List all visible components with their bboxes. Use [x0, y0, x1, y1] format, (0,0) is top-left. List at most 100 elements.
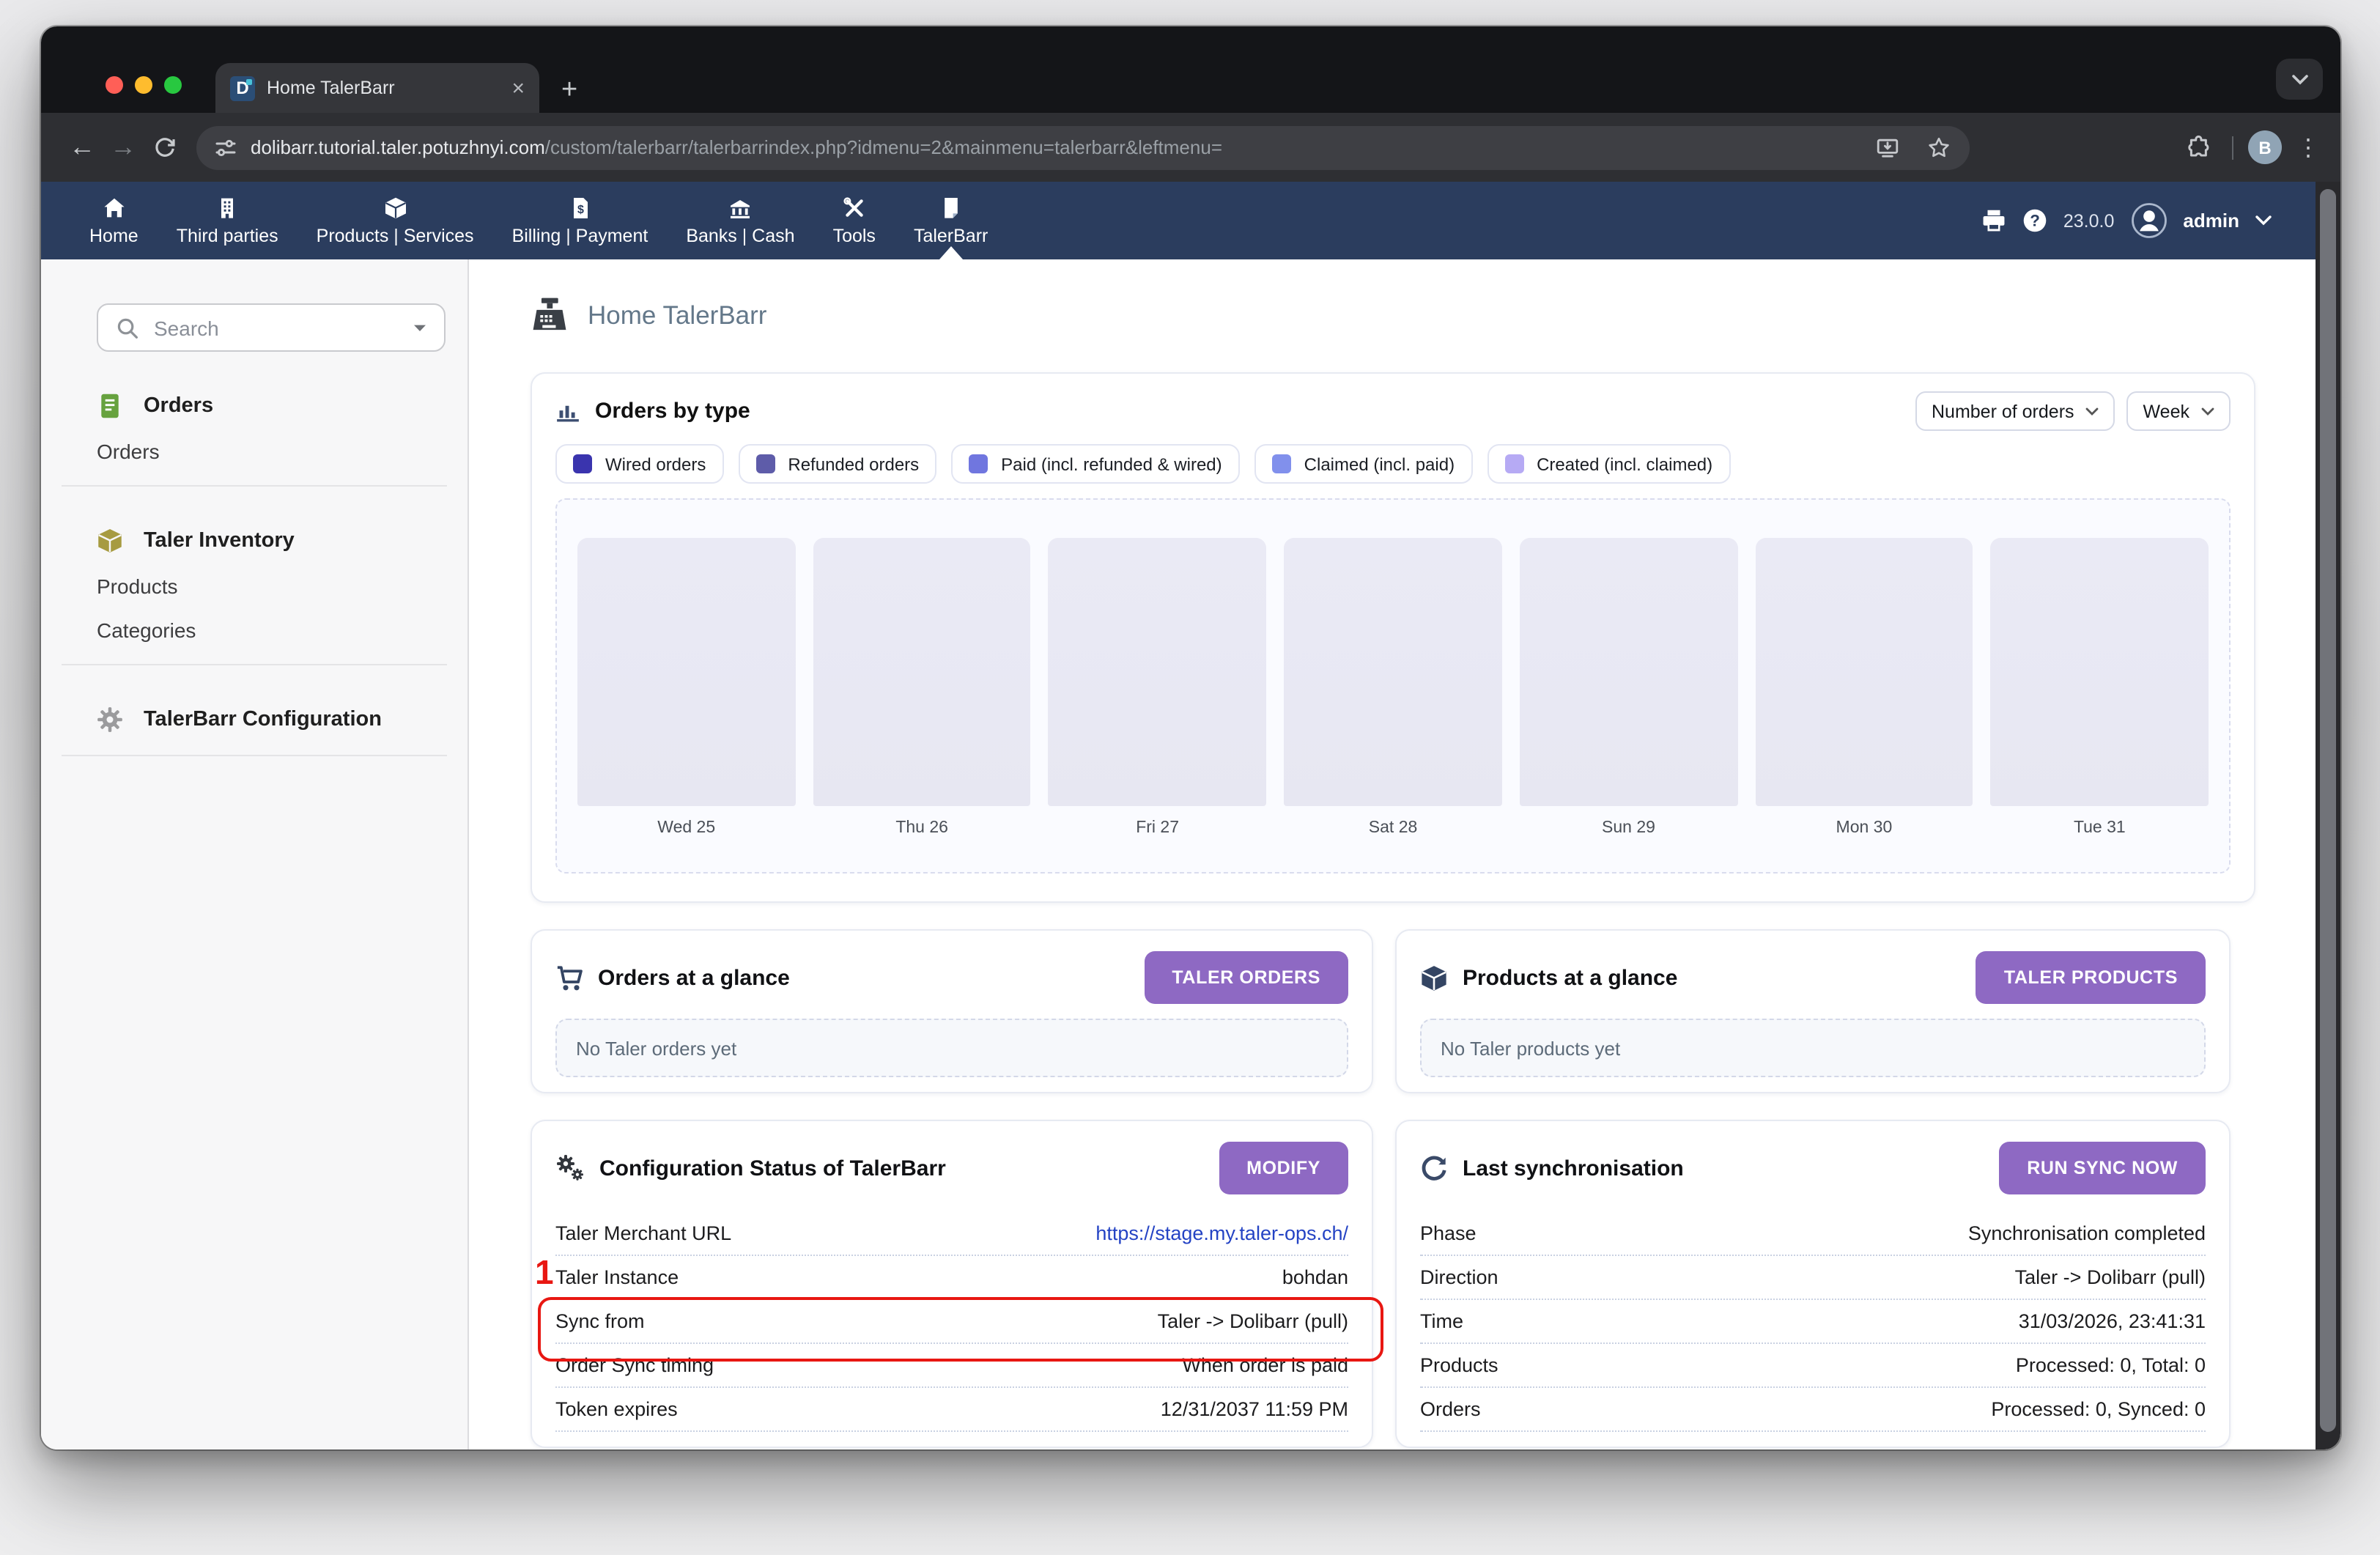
chart-placeholder-bar: [1991, 538, 2209, 806]
nav-item-third-parties[interactable]: Third parties: [158, 182, 298, 259]
new-tab-button[interactable]: +: [561, 76, 577, 104]
navbar-right-cluster: ? 23.0.0 admin: [1981, 182, 2316, 259]
bank-icon: [728, 196, 752, 219]
legend-chip-wired[interactable]: Wired orders: [555, 444, 723, 484]
address-bar[interactable]: dolibarr.tutorial.taler.potuzhnyi.com/cu…: [196, 125, 1970, 169]
modify-button[interactable]: MODIFY: [1219, 1142, 1348, 1194]
dolibarr-navbar: Home Third parties Products | Services $…: [41, 182, 2316, 259]
legend-color-swatch: [755, 454, 775, 473]
cash-register-icon: [531, 296, 569, 334]
chart-column-label: Tue 31: [1991, 819, 2209, 837]
legend-chip-claimed[interactable]: Claimed (incl. paid): [1254, 444, 1472, 484]
chart-column-label: Wed 25: [577, 819, 795, 837]
browser-toolbar: ← → dolibarr.tutorial.taler.potuzhnyi.co…: [41, 113, 2340, 182]
browser-profile-avatar[interactable]: B: [2248, 130, 2282, 164]
search-dropdown-caret-icon[interactable]: [413, 323, 426, 332]
cart-icon: [555, 964, 583, 991]
last-synchronisation-card: Last synchronisation RUN SYNC NOW PhaseS…: [1395, 1120, 2231, 1448]
search-icon: [116, 316, 139, 339]
page-body: Orders Orders Taler Inventory Products C…: [41, 259, 2340, 1449]
sidebar-section-talerbarr-configuration: TalerBarr Configuration: [97, 706, 446, 733]
search-input[interactable]: [154, 316, 399, 339]
sync-row-phase: PhaseSynchronisation completed: [1420, 1212, 2206, 1256]
tab-search-button[interactable]: [2276, 59, 2323, 100]
chevron-down-icon: [2201, 407, 2214, 415]
browser-window: D Home TalerBarr × + ← → dolibarr.tutori…: [41, 26, 2340, 1449]
products-glance-header: Products at a glance TALER PRODUCTS: [1420, 951, 2206, 1004]
taler-orders-button[interactable]: TALER ORDERS: [1144, 951, 1348, 1004]
chart-column-label: Thu 26: [813, 819, 1030, 837]
chart-column-label: Sun 29: [1520, 819, 1737, 837]
config-row-merchant-url: Taler Merchant URLhttps://stage.my.taler…: [555, 1212, 1348, 1256]
chart-card-title: Orders by type: [595, 399, 750, 424]
sidebar-section-taler-inventory: Taler Inventory: [97, 528, 446, 554]
chevron-down-icon: [2086, 407, 2099, 415]
taler-products-button[interactable]: TALER PRODUCTS: [1976, 951, 2206, 1004]
chart-card-header: Orders by type Number of orders Week: [555, 391, 2231, 431]
minimize-window-button[interactable]: [135, 76, 152, 94]
browser-tab[interactable]: D Home TalerBarr ×: [215, 63, 539, 113]
orders-glance-header: Orders at a glance TALER ORDERS: [555, 951, 1348, 1004]
chart-column: Sun 29: [1520, 538, 1737, 857]
extensions-button[interactable]: [2179, 128, 2217, 166]
nav-item-billing-payment[interactable]: $ Billing | Payment: [493, 182, 668, 259]
merchant-url-link[interactable]: https://stage.my.taler-ops.ch/: [1095, 1222, 1348, 1244]
close-window-button[interactable]: [106, 76, 123, 94]
tab-close-icon[interactable]: ×: [511, 77, 525, 99]
config-row-sync-timing: Order Sync timingWhen order is paid: [555, 1344, 1348, 1388]
user-name-label[interactable]: admin: [2183, 210, 2239, 232]
page-scrollbar[interactable]: [2316, 182, 2340, 1449]
period-select[interactable]: Week: [2127, 391, 2231, 431]
metric-select[interactable]: Number of orders: [1915, 391, 2115, 431]
tools-icon: [843, 196, 866, 219]
nav-item-tools[interactable]: Tools: [814, 182, 895, 259]
sidebar-divider: [62, 485, 447, 487]
zoom-window-button[interactable]: [164, 76, 182, 94]
synchronisation-title: Last synchronisation: [1463, 1156, 1684, 1181]
svg-text:$: $: [577, 203, 583, 215]
configuration-status-card: Configuration Status of TalerBarr MODIFY…: [531, 1120, 1373, 1448]
site-info-icon[interactable]: [214, 136, 237, 159]
url-text[interactable]: dolibarr.tutorial.taler.potuzhnyi.com/cu…: [251, 136, 1855, 158]
back-button[interactable]: ←: [62, 127, 103, 168]
svg-text:?: ?: [2030, 212, 2040, 230]
nav-item-banks-cash[interactable]: Banks | Cash: [667, 182, 813, 259]
main-content: Home TalerBarr Orders by type Number of …: [469, 259, 2340, 1449]
run-sync-now-button[interactable]: RUN SYNC NOW: [1999, 1142, 2206, 1194]
products-glance-card: Products at a glance TALER PRODUCTS No T…: [1395, 929, 2231, 1093]
sync-icon: [1420, 1154, 1448, 1182]
reload-button[interactable]: [144, 127, 185, 168]
nav-item-products-services[interactable]: Products | Services: [298, 182, 493, 259]
forward-button[interactable]: →: [103, 127, 144, 168]
chart-placeholder-bar: [1284, 538, 1501, 806]
status-row: Configuration Status of TalerBarr MODIFY…: [531, 1120, 2255, 1448]
install-app-button[interactable]: [1869, 128, 1907, 166]
sidebar-search[interactable]: [97, 303, 446, 352]
chart-column: Tue 31: [1991, 538, 2209, 857]
sidebar-link-orders[interactable]: Orders: [97, 440, 446, 463]
sync-row-products: ProductsProcessed: 0, Total: 0: [1420, 1344, 2206, 1388]
print-icon[interactable]: [1981, 208, 2006, 233]
legend-chip-paid[interactable]: Paid (incl. refunded & wired): [951, 444, 1240, 484]
legend-chip-created[interactable]: Created (incl. claimed): [1487, 444, 1730, 484]
chart-column: Mon 30: [1755, 538, 1973, 857]
bookmark-star-button[interactable]: [1920, 128, 1958, 166]
chart-placeholder-bar: [577, 538, 795, 806]
user-menu-chevron-icon[interactable]: [2255, 215, 2272, 226]
sidebar-link-categories[interactable]: Categories: [97, 618, 446, 642]
user-avatar-icon[interactable]: [2130, 202, 2167, 239]
nav-item-talerbarr[interactable]: TalerBarr: [895, 182, 1007, 259]
help-icon[interactable]: ?: [2022, 208, 2047, 233]
sidebar-link-products[interactable]: Products: [97, 575, 446, 598]
building-icon: [215, 196, 239, 219]
scrollbar-thumb[interactable]: [2320, 189, 2336, 1432]
chart-placeholder-bar: [1755, 538, 1973, 806]
chart-controls: Number of orders Week: [1915, 391, 2231, 431]
nav-item-home[interactable]: Home: [70, 182, 158, 259]
chart-placeholder-bar: [1049, 538, 1266, 806]
browser-menu-button[interactable]: ⋮: [2296, 133, 2320, 162]
page-title: Home TalerBarr: [588, 300, 766, 330]
legend-chip-refunded[interactable]: Refunded orders: [738, 444, 936, 484]
sync-row-orders: OrdersProcessed: 0, Synced: 0: [1420, 1388, 2206, 1432]
chart-legend: Wired orders Refunded orders Paid (incl.…: [555, 444, 2231, 484]
